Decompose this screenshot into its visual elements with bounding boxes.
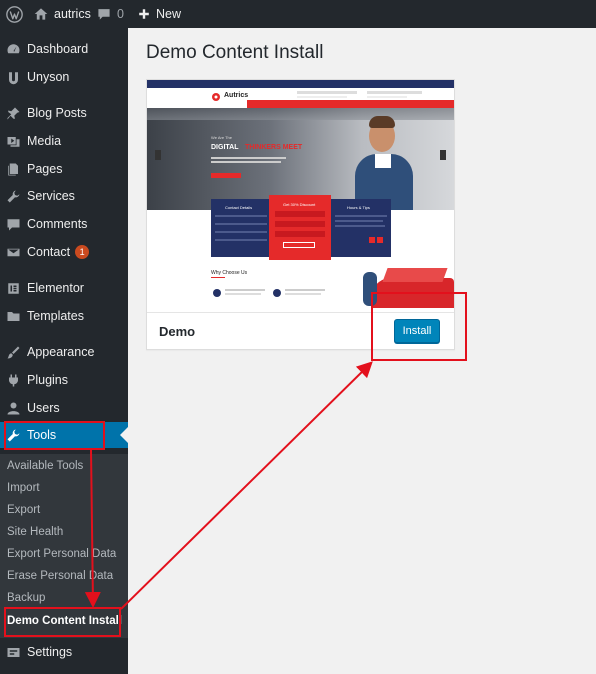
preview-feature-icon <box>273 289 281 297</box>
preview-contact-line <box>297 91 357 94</box>
menu-label: Dashboard <box>27 42 89 56</box>
comment-icon <box>98 9 110 20</box>
preview-hero-title-red: THINKERS MEET <box>245 144 303 151</box>
theme-name: Demo <box>159 324 196 339</box>
elementor-icon <box>5 280 21 296</box>
preview-hero-button <box>211 173 241 178</box>
highlight-tools <box>4 421 105 450</box>
pages-icon <box>5 161 21 177</box>
menu-item-blog-posts[interactable]: Blog Posts <box>0 101 128 125</box>
preview-box-title: Contact Details <box>225 205 253 210</box>
menu-label: Pages <box>27 162 63 176</box>
site-name-link[interactable]: autrics <box>34 0 91 28</box>
brush-icon <box>5 344 21 360</box>
preview-feature-icon <box>213 289 221 297</box>
menu-item-services[interactable]: Services <box>0 184 128 208</box>
menu-item-users[interactable]: Users <box>0 396 128 420</box>
theme-screenshot: Autrics We Are The DIGITAL THINKERS MEET <box>147 80 454 312</box>
preview-topbar <box>147 80 454 88</box>
menu-item-elementor[interactable]: Elementor <box>0 276 128 300</box>
preview-box-contact: Contact Details <box>211 199 271 257</box>
preview-slider-prev <box>155 150 161 160</box>
plug-icon <box>5 372 21 388</box>
menu-label: Plugins <box>27 373 68 387</box>
wordpress-logo-icon <box>6 5 23 23</box>
preview-box-discount: Get 30% Discount <box>269 195 331 260</box>
page-title: Demo Content Install <box>146 42 324 63</box>
menu-label: Unyson <box>27 70 70 84</box>
menu-label: Appearance <box>27 345 95 359</box>
submenu-backup[interactable]: Backup <box>7 589 45 607</box>
comment-icon <box>5 216 21 232</box>
preview-box-title: Hours & Tips <box>347 205 370 210</box>
submenu-export[interactable]: Export <box>7 501 40 519</box>
home-icon <box>34 8 48 20</box>
menu-label: Elementor <box>27 281 84 295</box>
preview-mechanic-image <box>355 116 415 210</box>
menu-item-comments[interactable]: Comments <box>0 212 128 236</box>
dashboard-icon <box>5 41 21 57</box>
preview-box-hours: Hours & Tips <box>331 199 391 257</box>
unyson-icon <box>5 69 21 85</box>
preview-slider-next <box>440 150 446 160</box>
folder-icon <box>5 308 21 324</box>
submenu-export-personal-data[interactable]: Export Personal Data <box>7 545 116 563</box>
menu-item-contact[interactable]: Contact 1 <box>0 240 128 264</box>
settings-icon <box>5 644 21 660</box>
menu-item-media[interactable]: Media <box>0 129 128 153</box>
wordpress-logo-button[interactable] <box>6 0 23 28</box>
menu-label: Media <box>27 134 62 148</box>
media-icon <box>5 133 21 149</box>
preview-nav <box>247 100 454 108</box>
admin-bar: autrics 0 New <box>0 0 596 28</box>
preview-contact-line <box>297 96 347 98</box>
preview-contact-line <box>367 96 407 98</box>
preview-section-title: Why Choose Us <box>211 270 248 276</box>
comments-link[interactable]: 0 <box>97 0 124 28</box>
pin-icon <box>5 105 21 121</box>
preview-hero-title-white: DIGITAL <box>211 144 239 151</box>
submenu-erase-personal-data[interactable]: Erase Personal Data <box>7 567 113 585</box>
menu-label: Services <box>27 189 75 203</box>
new-label: New <box>156 7 182 21</box>
menu-label: Contact <box>27 245 71 259</box>
menu-item-pages[interactable]: Pages <box>0 157 128 181</box>
preview-hero-kicker: We Are The <box>211 135 232 140</box>
active-indicator <box>120 427 128 443</box>
menu-item-settings[interactable]: Settings <box>0 640 128 664</box>
menu-item-dashboard[interactable]: Dashboard <box>0 37 128 61</box>
gear-logo-icon <box>212 93 220 101</box>
highlight-demo-content-install <box>4 607 121 637</box>
site-name: autrics <box>54 7 91 21</box>
new-content-button[interactable]: New <box>138 0 181 28</box>
plus-icon <box>139 9 149 19</box>
preview-logo-text: Autrics <box>224 92 249 99</box>
user-icon <box>5 400 21 416</box>
menu-label: Blog Posts <box>27 106 87 120</box>
submenu-site-health[interactable]: Site Health <box>7 523 63 541</box>
menu-label: Comments <box>27 217 88 231</box>
submenu-import[interactable]: Import <box>7 479 40 497</box>
preview-box-title: Get 30% Discount <box>283 202 316 207</box>
menu-label: Templates <box>27 309 84 323</box>
menu-label: Users <box>27 401 60 415</box>
preview-contact-line <box>367 91 422 94</box>
notification-badge: 1 <box>75 245 90 259</box>
menu-label: Settings <box>27 645 73 659</box>
menu-item-appearance[interactable]: Appearance <box>0 340 128 364</box>
highlight-install-button <box>371 292 467 361</box>
submenu-available-tools[interactable]: Available Tools <box>7 457 83 475</box>
mail-icon <box>5 244 21 260</box>
menu-item-plugins[interactable]: Plugins <box>0 368 128 392</box>
menu-item-unyson[interactable]: Unyson <box>0 65 128 89</box>
arrow-demo-to-install <box>120 361 373 610</box>
wrench-icon <box>5 188 21 204</box>
menu-item-templates[interactable]: Templates <box>0 304 128 328</box>
comments-count: 0 <box>117 7 124 21</box>
